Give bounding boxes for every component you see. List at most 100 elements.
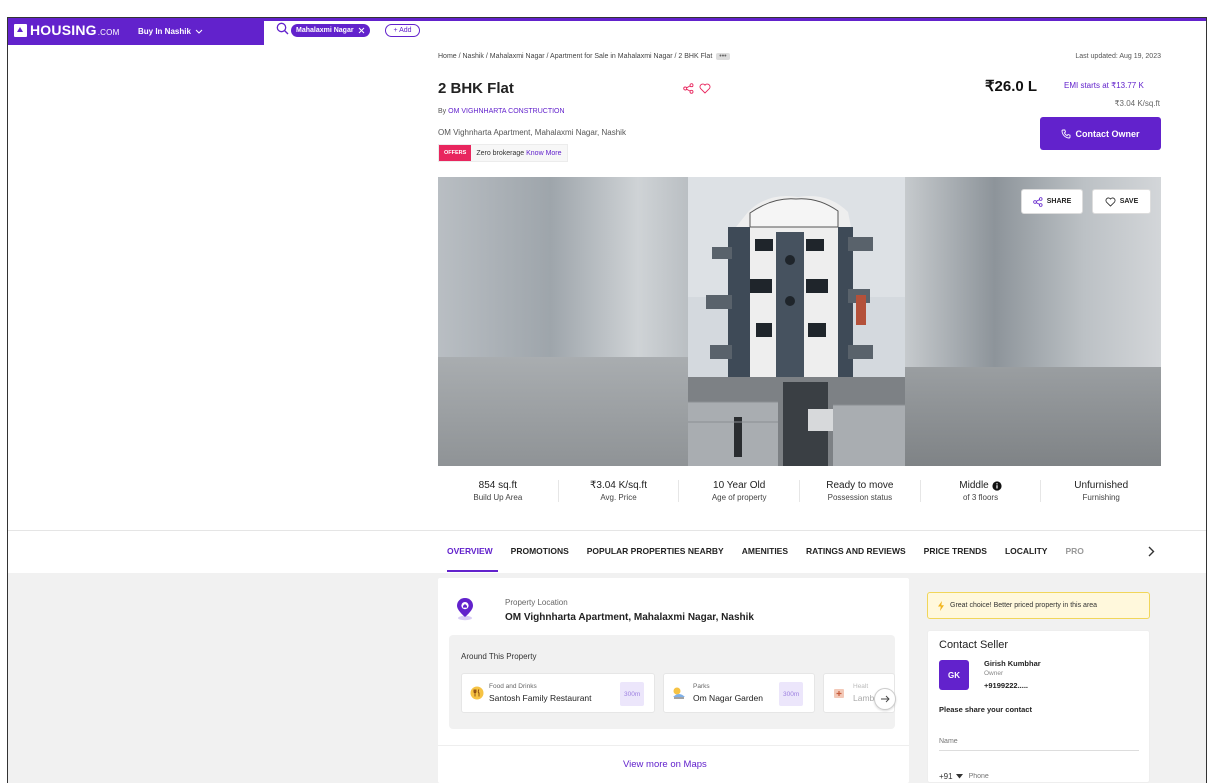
health-icon bbox=[834, 689, 844, 698]
emi-link[interactable]: EMI starts at ₹13.77 K bbox=[1064, 81, 1144, 90]
top-bar-accent-line bbox=[264, 18, 1206, 21]
name-field[interactable] bbox=[939, 733, 1139, 751]
stat-avg-price: ₹3.04 K/sq.ft Avg. Price bbox=[559, 480, 680, 502]
gallery-share-button[interactable]: SHARE bbox=[1021, 189, 1083, 214]
close-icon[interactable] bbox=[358, 27, 365, 34]
around-property-title: Around This Property bbox=[461, 652, 537, 661]
stat-label: Possession status bbox=[827, 493, 893, 502]
builder-line: By OM VIGHNHARTA CONSTRUCTION bbox=[438, 108, 565, 115]
stat-label: of 3 floors bbox=[962, 493, 999, 502]
breadcrumb: Home / Nashik / Mahalaxmi Nagar / Apartm… bbox=[438, 53, 730, 60]
breadcrumb-path[interactable]: Home / Nashik / Mahalaxmi Nagar / Apartm… bbox=[438, 53, 712, 60]
page-title: 2 BHK Flat bbox=[438, 80, 514, 97]
place-name: Lamb bbox=[853, 693, 875, 703]
stat-label: Furnishing bbox=[1082, 493, 1120, 502]
property-photo[interactable] bbox=[688, 177, 905, 466]
stat-area: 854 sq.ft Build Up Area bbox=[438, 480, 559, 502]
photo-gallery[interactable]: SHARE SAVE bbox=[438, 177, 1161, 466]
park-icon bbox=[673, 687, 685, 699]
housing-logo[interactable]: HOUSING .COM bbox=[14, 22, 119, 38]
avatar: GK bbox=[939, 660, 969, 690]
price-per-sqft: ₹3.04 K/sq.ft bbox=[1114, 99, 1160, 108]
place-distance: 300m bbox=[620, 682, 645, 706]
stat-value: 854 sq.ft bbox=[478, 480, 518, 491]
food-icon bbox=[470, 686, 484, 700]
location-label: Property Location bbox=[505, 598, 568, 607]
tab-pro[interactable]: PRO bbox=[1065, 546, 1083, 556]
add-locality-button[interactable]: + Add bbox=[385, 24, 420, 37]
stat-label: Avg. Price bbox=[600, 493, 637, 502]
nearby-scroll-right-button[interactable] bbox=[874, 688, 896, 710]
contact-owner-label: Contact Owner bbox=[1075, 128, 1140, 139]
tab-promotions[interactable]: PROMOTIONS bbox=[511, 546, 569, 556]
buy-in-dropdown[interactable]: Buy In Nashik bbox=[138, 27, 203, 36]
stat-label: Age of property bbox=[711, 493, 767, 502]
place-category: Parks bbox=[693, 683, 710, 690]
locality-chip[interactable]: Mahalaxmi Nagar bbox=[291, 24, 370, 37]
section-tabs: OVERVIEW PROMOTIONS POPULAR PROPERTIES N… bbox=[447, 546, 1084, 556]
gallery-blur-right bbox=[905, 177, 1161, 466]
logo-suffix: .COM bbox=[97, 28, 120, 37]
tab-popular-properties[interactable]: POPULAR PROPERTIES NEARBY bbox=[587, 546, 724, 556]
listing-price: ₹26.0 L bbox=[985, 78, 1038, 95]
share-icon[interactable] bbox=[683, 83, 694, 94]
tabs-scroll-right-button[interactable] bbox=[1142, 541, 1160, 561]
stat-furnishing: Unfurnished Furnishing bbox=[1041, 480, 1161, 502]
last-updated: Last updated: Aug 19, 2023 bbox=[1075, 53, 1161, 60]
offer-text: Zero brokerage Know More bbox=[471, 150, 566, 157]
place-category: Food and Drinks bbox=[489, 683, 537, 690]
place-distance: 300m bbox=[779, 682, 804, 706]
search-icon[interactable] bbox=[276, 22, 289, 35]
country-code-select[interactable]: +91 bbox=[939, 772, 963, 781]
section-divider bbox=[8, 530, 1206, 531]
logo-text: HOUSING bbox=[30, 22, 97, 38]
heart-icon bbox=[1105, 197, 1116, 207]
seller-role: Owner bbox=[984, 670, 1004, 677]
view-more-maps-link[interactable]: View more on Maps bbox=[623, 759, 707, 770]
tab-overview[interactable]: OVERVIEW bbox=[447, 546, 493, 556]
gallery-save-label: SAVE bbox=[1119, 198, 1139, 205]
stat-value: 10 Year Old bbox=[713, 480, 766, 491]
phone-icon bbox=[1062, 129, 1071, 138]
place-category: Healt bbox=[853, 683, 869, 690]
seller-name: Girish Kumbhar bbox=[984, 659, 1041, 668]
phone-field[interactable] bbox=[968, 773, 1089, 780]
stat-value: Middle bbox=[959, 480, 989, 491]
country-code-value: +91 bbox=[939, 772, 953, 781]
tab-ratings[interactable]: RATINGS AND REVIEWS bbox=[806, 546, 906, 556]
stat-floor: Middle of 3 floors bbox=[921, 480, 1042, 502]
great-choice-banner: Great choice! Better priced property in … bbox=[927, 592, 1150, 619]
gallery-share-label: SHARE bbox=[1046, 198, 1072, 205]
stat-value: Ready to move bbox=[826, 480, 894, 491]
phone-row: +91 bbox=[939, 772, 1089, 781]
builder-link[interactable]: OM VIGHNHARTA CONSTRUCTION bbox=[448, 108, 564, 115]
share-icon bbox=[1032, 196, 1043, 207]
tab-locality[interactable]: LOCALITY bbox=[1005, 546, 1048, 556]
offer-badge: OFFERS bbox=[439, 145, 472, 161]
buy-in-label: Buy In Nashik bbox=[138, 27, 191, 36]
locality-chip-label: Mahalaxmi Nagar bbox=[296, 27, 354, 34]
tab-amenities[interactable]: AMENITIES bbox=[742, 546, 788, 556]
tab-price-trends[interactable]: PRICE TRENDS bbox=[924, 546, 987, 556]
info-icon[interactable] bbox=[992, 480, 1002, 491]
contact-owner-button[interactable]: Contact Owner bbox=[1040, 117, 1161, 150]
place-name: Santosh Family Restaurant bbox=[489, 693, 592, 703]
nearby-place-card[interactable]: Food and Drinks Santosh Family Restauran… bbox=[461, 673, 655, 713]
gallery-save-button[interactable]: SAVE bbox=[1092, 189, 1151, 214]
caret-down-icon bbox=[955, 774, 963, 779]
place-name: Om Nagar Garden bbox=[693, 693, 763, 703]
gallery-blur-left bbox=[438, 177, 688, 466]
know-more-link[interactable]: Know More bbox=[526, 150, 561, 157]
maps-divider bbox=[438, 745, 909, 746]
stat-floor-value-row: Middle bbox=[921, 480, 1041, 491]
stat-possession: Ready to move Possession status bbox=[800, 480, 921, 502]
share-contact-prompt: Please share your contact bbox=[939, 705, 1032, 714]
housing-logo-icon bbox=[14, 23, 27, 37]
breadcrumb-more-button[interactable]: ••• bbox=[716, 53, 730, 60]
nearby-place-card[interactable]: Parks Om Nagar Garden 300m bbox=[663, 673, 815, 713]
heart-icon[interactable] bbox=[699, 83, 711, 94]
lightning-icon bbox=[938, 600, 944, 611]
active-tab-indicator bbox=[447, 570, 498, 572]
stat-value: Unfurnished bbox=[1074, 480, 1129, 491]
chevron-down-icon bbox=[195, 29, 203, 34]
